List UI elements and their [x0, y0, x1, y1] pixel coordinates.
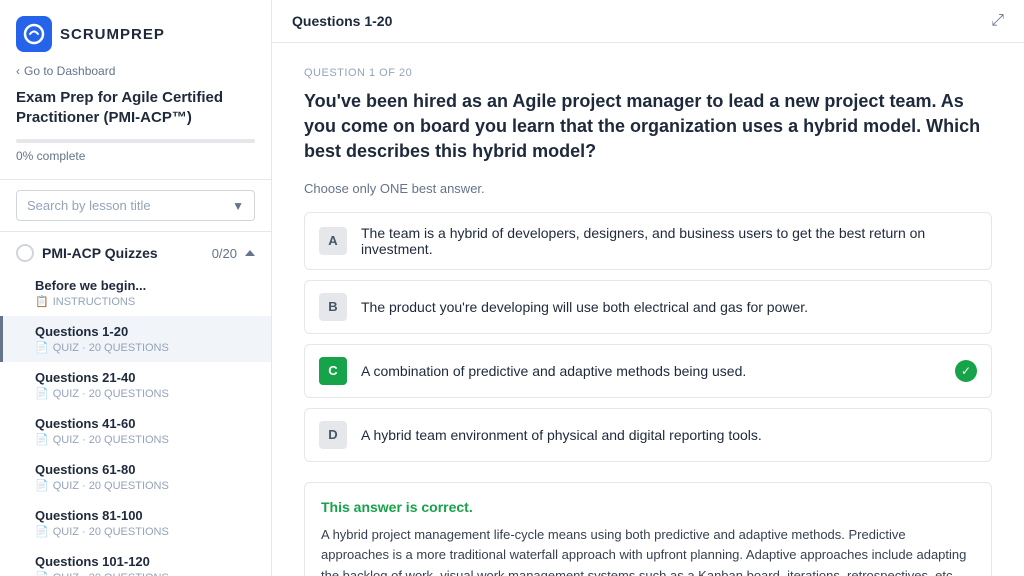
quiz-icon: 📄 [35, 571, 49, 576]
question-text: You've been hired as an Agile project ma… [304, 89, 992, 165]
answer-options: A The team is a hybrid of developers, de… [304, 212, 992, 462]
question-label: QUESTION 1 OF 20 [304, 67, 992, 79]
nav-item-sub: 📄 QUIZ · 20 QUESTIONS [35, 341, 255, 354]
answer-letter-b: B [319, 293, 347, 321]
answer-option-c[interactable]: C A combination of predictive and adapti… [304, 344, 992, 398]
correct-check-icon: ✓ [955, 360, 977, 382]
sidebar: SCRUMPREP ‹ Go to Dashboard Exam Prep fo… [0, 0, 272, 576]
nav-item-before-we-begin[interactable]: Before we begin... 📋 INSTRUCTIONS [0, 270, 271, 316]
nav-item-title: Questions 101-120 [35, 554, 255, 569]
nav-item-sub: 📄 QUIZ · 20 QUESTIONS [35, 387, 255, 400]
main-header-title: Questions 1-20 [292, 13, 392, 29]
chevron-up-icon [245, 250, 255, 256]
answer-text-c: A combination of predictive and adaptive… [361, 363, 941, 379]
search-wrap: Search by lesson title ▼ [0, 180, 271, 232]
answer-option-d[interactable]: D A hybrid team environment of physical … [304, 408, 992, 462]
answer-letter-c: C [319, 357, 347, 385]
back-chevron-icon: ‹ [16, 64, 20, 78]
back-link[interactable]: ‹ Go to Dashboard [16, 64, 255, 78]
section-count: 0/20 [212, 246, 237, 261]
answer-text-b: The product you're developing will use b… [361, 299, 977, 315]
nav-item-sub: 📄 QUIZ · 20 QUESTIONS [35, 571, 255, 576]
logo-icon [16, 16, 52, 52]
feedback-correct-label: This answer is correct. [321, 499, 975, 515]
search-placeholder: Search by lesson title [27, 198, 151, 213]
nav-item-sub: 📄 QUIZ · 20 QUESTIONS [35, 525, 255, 538]
answer-letter-d: D [319, 421, 347, 449]
nav-item-questions-41-60[interactable]: Questions 41-60 📄 QUIZ · 20 QUESTIONS [0, 408, 271, 454]
main-header: Questions 1-20 ⤢ [272, 0, 1024, 43]
answer-feedback: This answer is correct. A hybrid project… [304, 482, 992, 576]
answer-option-b[interactable]: B The product you're developing will use… [304, 280, 992, 334]
quiz-icon: 📄 [35, 341, 49, 354]
logo-text: SCRUMPREP [60, 26, 165, 43]
nav-item-questions-61-80[interactable]: Questions 61-80 📄 QUIZ · 20 QUESTIONS [0, 454, 271, 500]
main-body: QUESTION 1 OF 20 You've been hired as an… [272, 43, 1024, 576]
answer-text-d: A hybrid team environment of physical an… [361, 427, 977, 443]
nav-item-title: Questions 81-100 [35, 508, 255, 523]
answer-letter-a: A [319, 227, 347, 255]
nav-item-questions-101-120[interactable]: Questions 101-120 📄 QUIZ · 20 QUESTIONS [0, 546, 271, 576]
nav-item-title: Questions 61-80 [35, 462, 255, 477]
course-title: Exam Prep for Agile Certified Practition… [16, 88, 255, 127]
nav-item-sub: 📄 QUIZ · 20 QUESTIONS [35, 433, 255, 446]
sidebar-header: SCRUMPREP ‹ Go to Dashboard Exam Prep fo… [0, 0, 271, 180]
progress-label: 0% complete [16, 149, 255, 163]
answer-option-a[interactable]: A The team is a hybrid of developers, de… [304, 212, 992, 270]
nav-item-title: Before we begin... [35, 278, 255, 293]
logo-row: SCRUMPREP [16, 16, 255, 52]
instructions-icon: 📋 [35, 295, 49, 308]
nav-item-title: Questions 21-40 [35, 370, 255, 385]
main-content: Questions 1-20 ⤢ QUESTION 1 OF 20 You've… [272, 0, 1024, 576]
lesson-search-select[interactable]: Search by lesson title ▼ [16, 190, 255, 221]
feedback-text: A hybrid project management life-cycle m… [321, 525, 975, 576]
answer-text-a: The team is a hybrid of developers, desi… [361, 225, 977, 257]
section-header-left: PMI-ACP Quizzes [16, 244, 158, 262]
quiz-icon: 📄 [35, 387, 49, 400]
nav-item-title: Questions 41-60 [35, 416, 255, 431]
nav-item-questions-21-40[interactable]: Questions 21-40 📄 QUIZ · 20 QUESTIONS [0, 362, 271, 408]
section-title: PMI-ACP Quizzes [42, 245, 158, 261]
progress-bar [16, 139, 255, 143]
section-circle-icon [16, 244, 34, 262]
nav-item-sub: 📋 INSTRUCTIONS [35, 295, 255, 308]
quiz-icon: 📄 [35, 525, 49, 538]
nav-item-questions-81-100[interactable]: Questions 81-100 📄 QUIZ · 20 QUESTIONS [0, 500, 271, 546]
quiz-icon: 📄 [35, 479, 49, 492]
expand-icon[interactable]: ⤢ [991, 12, 1004, 30]
sidebar-nav: PMI-ACP Quizzes 0/20 Before we begin... … [0, 232, 271, 576]
instruction-text: Choose only ONE best answer. [304, 181, 992, 196]
chevron-down-icon: ▼ [232, 199, 244, 213]
quiz-icon: 📄 [35, 433, 49, 446]
section-header[interactable]: PMI-ACP Quizzes 0/20 [0, 232, 271, 270]
nav-item-questions-1-20[interactable]: Questions 1-20 📄 QUIZ · 20 QUESTIONS [0, 316, 271, 362]
nav-item-sub: 📄 QUIZ · 20 QUESTIONS [35, 479, 255, 492]
nav-item-title: Questions 1-20 [35, 324, 255, 339]
